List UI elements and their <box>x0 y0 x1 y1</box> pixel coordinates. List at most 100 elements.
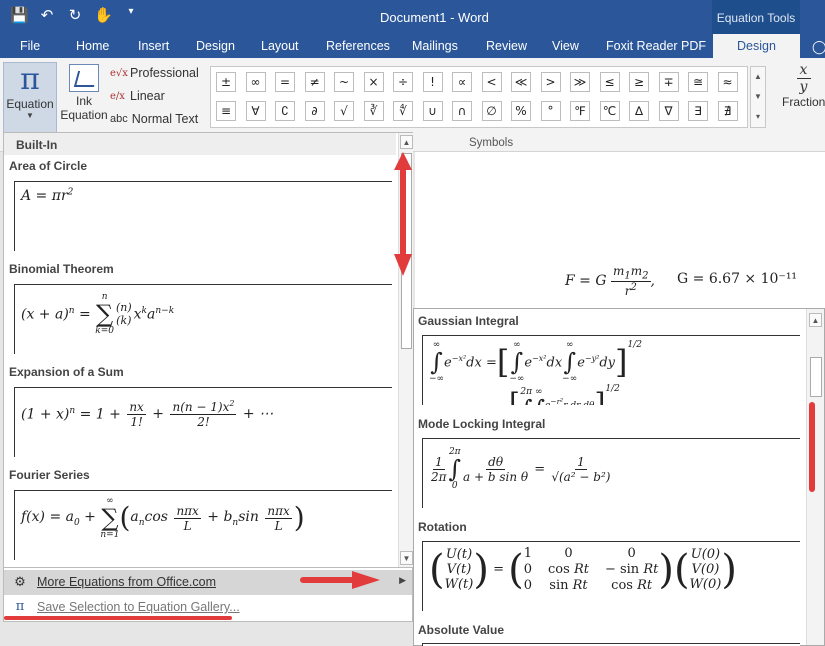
symbol-button[interactable]: ≫ <box>570 72 590 92</box>
tab-insert[interactable]: Insert <box>138 39 169 53</box>
annotation-arrow-horizontal <box>300 577 358 583</box>
gravity-constant: G = 6.67 × 10⁻¹¹ <box>677 271 798 287</box>
symbol-button[interactable]: ∂ <box>304 101 325 121</box>
symbol-button[interactable]: ∀ <box>245 101 266 121</box>
tab-design-doc[interactable]: Design <box>196 39 235 53</box>
fourier-series-equation[interactable]: f(x) = a0 + ∞ ∑ n=1 ( ancos nπx L + bnsin n… <box>14 490 392 560</box>
tab-mailings[interactable]: Mailings <box>412 39 458 53</box>
rotation-equation[interactable]: ( U(t) V(t) W(t) ) = ( 100 0 cos Rt − sin Rt… <box>422 541 800 611</box>
symbol-button[interactable]: ∝ <box>452 72 472 92</box>
normal-text-label: Normal Text <box>131 112 199 126</box>
symbol-button[interactable]: > <box>540 72 561 92</box>
tab-equation-design[interactable]: Design <box>713 34 800 58</box>
symbol-button[interactable]: ± <box>216 72 236 92</box>
touch-mode-icon[interactable]: ✋ <box>94 6 113 24</box>
more-equations-label: More Equations from Office.com <box>37 575 217 589</box>
chevron-down-icon: ▼ <box>26 111 34 120</box>
ink-label-1: Ink <box>75 94 92 108</box>
normal-text-button[interactable]: abc Normal Text <box>110 112 198 126</box>
symbol-button[interactable]: ∪ <box>422 101 443 121</box>
fraction-button[interactable]: x y Fraction <box>782 62 825 109</box>
symbol-button[interactable]: ≤ <box>599 72 620 92</box>
gaussian-integral-equation[interactable]: ∞ ∫ −∞ e−x²dx = [ ∞ ∫ −∞ e−x²dx ∞ ∫ −∞ e−y²dy … <box>422 335 800 405</box>
save-icon[interactable]: 💾 <box>10 6 29 24</box>
document-equation[interactable]: F = G m1m2 r2, G = 6.67 × 10⁻¹¹ <box>565 264 797 298</box>
symbol-button[interactable]: ∅ <box>481 101 502 121</box>
symbol-button[interactable]: ∆ <box>629 101 649 121</box>
symbol-button[interactable]: ≡ <box>216 101 236 121</box>
fraction-denominator: y <box>799 79 808 95</box>
symbol-button[interactable]: < <box>481 72 502 92</box>
symbol-button[interactable]: ÷ <box>393 72 413 92</box>
professional-button[interactable]: e√x Professional <box>110 66 199 80</box>
symbol-button[interactable]: = <box>275 72 295 92</box>
linear-format-icon: e/x <box>110 90 125 102</box>
redo-icon[interactable]: ↻ <box>66 6 84 24</box>
gallery-header: Built-In <box>4 133 396 155</box>
gallery-item-title: Gaussian Integral <box>418 314 519 328</box>
symbol-button[interactable]: ∃ <box>688 101 708 121</box>
fraction-label: Fraction <box>782 95 825 109</box>
symbol-button[interactable]: ≠ <box>304 72 325 92</box>
tab-file[interactable]: File <box>20 39 40 53</box>
tab-review[interactable]: Review <box>486 39 527 53</box>
symbol-button[interactable]: ≪ <box>511 72 531 92</box>
linear-button[interactable]: e/x Linear <box>110 89 165 103</box>
symbols-gallery: ± ∞ = ≠ ~ × ÷! ∝ < ≪ > ≫ ≤ ≥ ∓ ≅ ≈ ≡ ∀ ∁ ∂ √ ∛ ∜ ∪ ∩ ∅% ° ℉ ℃ ∆ ∇ ∃ ∄ <box>210 66 748 128</box>
professional-label: Professional <box>130 66 199 80</box>
ribbon-tabs: File Home Insert Design Layout Reference… <box>0 34 825 58</box>
expansion-of-a-sum-equation[interactable]: (1 + x)n = 1 + nx 1! + n(n − 1)x2 2! + ⋯ <box>14 387 392 457</box>
gallery-item-title: Rotation <box>418 520 467 534</box>
symbol-button[interactable]: ! <box>422 72 443 92</box>
symbol-button[interactable]: ∁ <box>275 101 295 121</box>
save-to-gallery-label: Save Selection to Equation Gallery... <box>37 600 240 614</box>
symbol-button[interactable]: ∞ <box>245 72 266 92</box>
gallery-item-title: Absolute Value <box>418 623 505 637</box>
symbol-button[interactable]: % <box>511 101 531 121</box>
symbol-button[interactable]: ~ <box>334 72 354 92</box>
linear-label: Linear <box>130 89 165 103</box>
symbol-button[interactable]: ≈ <box>717 72 738 92</box>
symbol-button[interactable]: ∜ <box>393 101 413 121</box>
scrollbar-thumb[interactable] <box>810 357 822 397</box>
symbol-button[interactable]: × <box>363 72 384 92</box>
symbols-group-label: Symbols <box>469 137 514 149</box>
equation-tools-context-title: Equation Tools <box>712 0 800 34</box>
equation-button[interactable]: π Equation ▼ <box>3 62 57 134</box>
symbols-scrollbar[interactable]: ▲ ▼ ▾ <box>750 66 766 128</box>
symbol-button[interactable]: ∛ <box>363 101 384 121</box>
tab-references[interactable]: References <box>326 39 390 53</box>
area-of-circle-equation[interactable]: A = πr2 <box>14 181 392 251</box>
symbol-button[interactable]: √ <box>334 101 354 121</box>
symbol-button[interactable]: ≅ <box>688 72 708 92</box>
tab-foxit-reader-pdf[interactable]: Foxit Reader PDF <box>606 39 706 53</box>
symbol-button[interactable]: ℉ <box>570 101 590 121</box>
symbol-button[interactable]: ∄ <box>717 101 738 121</box>
lightbulb-icon[interactable]: ◯ <box>812 39 825 55</box>
scroll-down-icon[interactable]: ▼ <box>400 551 413 565</box>
symbol-button[interactable]: ° <box>540 101 561 121</box>
gallery-item-title: Expansion of a Sum <box>9 365 124 379</box>
symbol-button[interactable]: ℃ <box>599 101 620 121</box>
submenu-arrow-icon: ▶ <box>399 575 406 585</box>
tab-home[interactable]: Home <box>76 39 109 53</box>
professional-format-icon: e√x <box>110 67 128 79</box>
symbol-button[interactable]: ∇ <box>658 101 679 121</box>
normal-text-icon: abc <box>110 113 128 125</box>
tab-layout[interactable]: Layout <box>261 39 299 53</box>
tab-view[interactable]: View <box>552 39 579 53</box>
symbol-button[interactable]: ∩ <box>452 101 472 121</box>
symbol-button[interactable]: ∓ <box>658 72 679 92</box>
annotation-underline <box>4 616 232 620</box>
gallery-item-title: Binomial Theorem <box>9 262 114 276</box>
mode-locking-integral-equation[interactable]: 1 2π 2π ∫ 0 dθ a + b sin θ = 1 √(a² − b²) <box>422 438 800 508</box>
symbol-button[interactable]: ≥ <box>629 72 649 92</box>
equation-label: Equation <box>6 97 54 111</box>
equation-gallery: Built-In Area of Circle A = πr2 Binomial… <box>3 132 413 568</box>
scroll-up-icon[interactable]: ▲ <box>809 313 822 327</box>
customize-qat-icon[interactable]: ▾ <box>122 6 140 24</box>
scroll-up-icon[interactable]: ▲ <box>400 135 413 149</box>
undo-icon[interactable]: ↶ <box>38 6 56 24</box>
binomial-theorem-equation[interactable]: (x + a)n = n ∑ k=0 (n) (k) xkan−k <box>14 284 392 354</box>
ink-equation-button[interactable]: Ink Equation <box>60 64 108 134</box>
